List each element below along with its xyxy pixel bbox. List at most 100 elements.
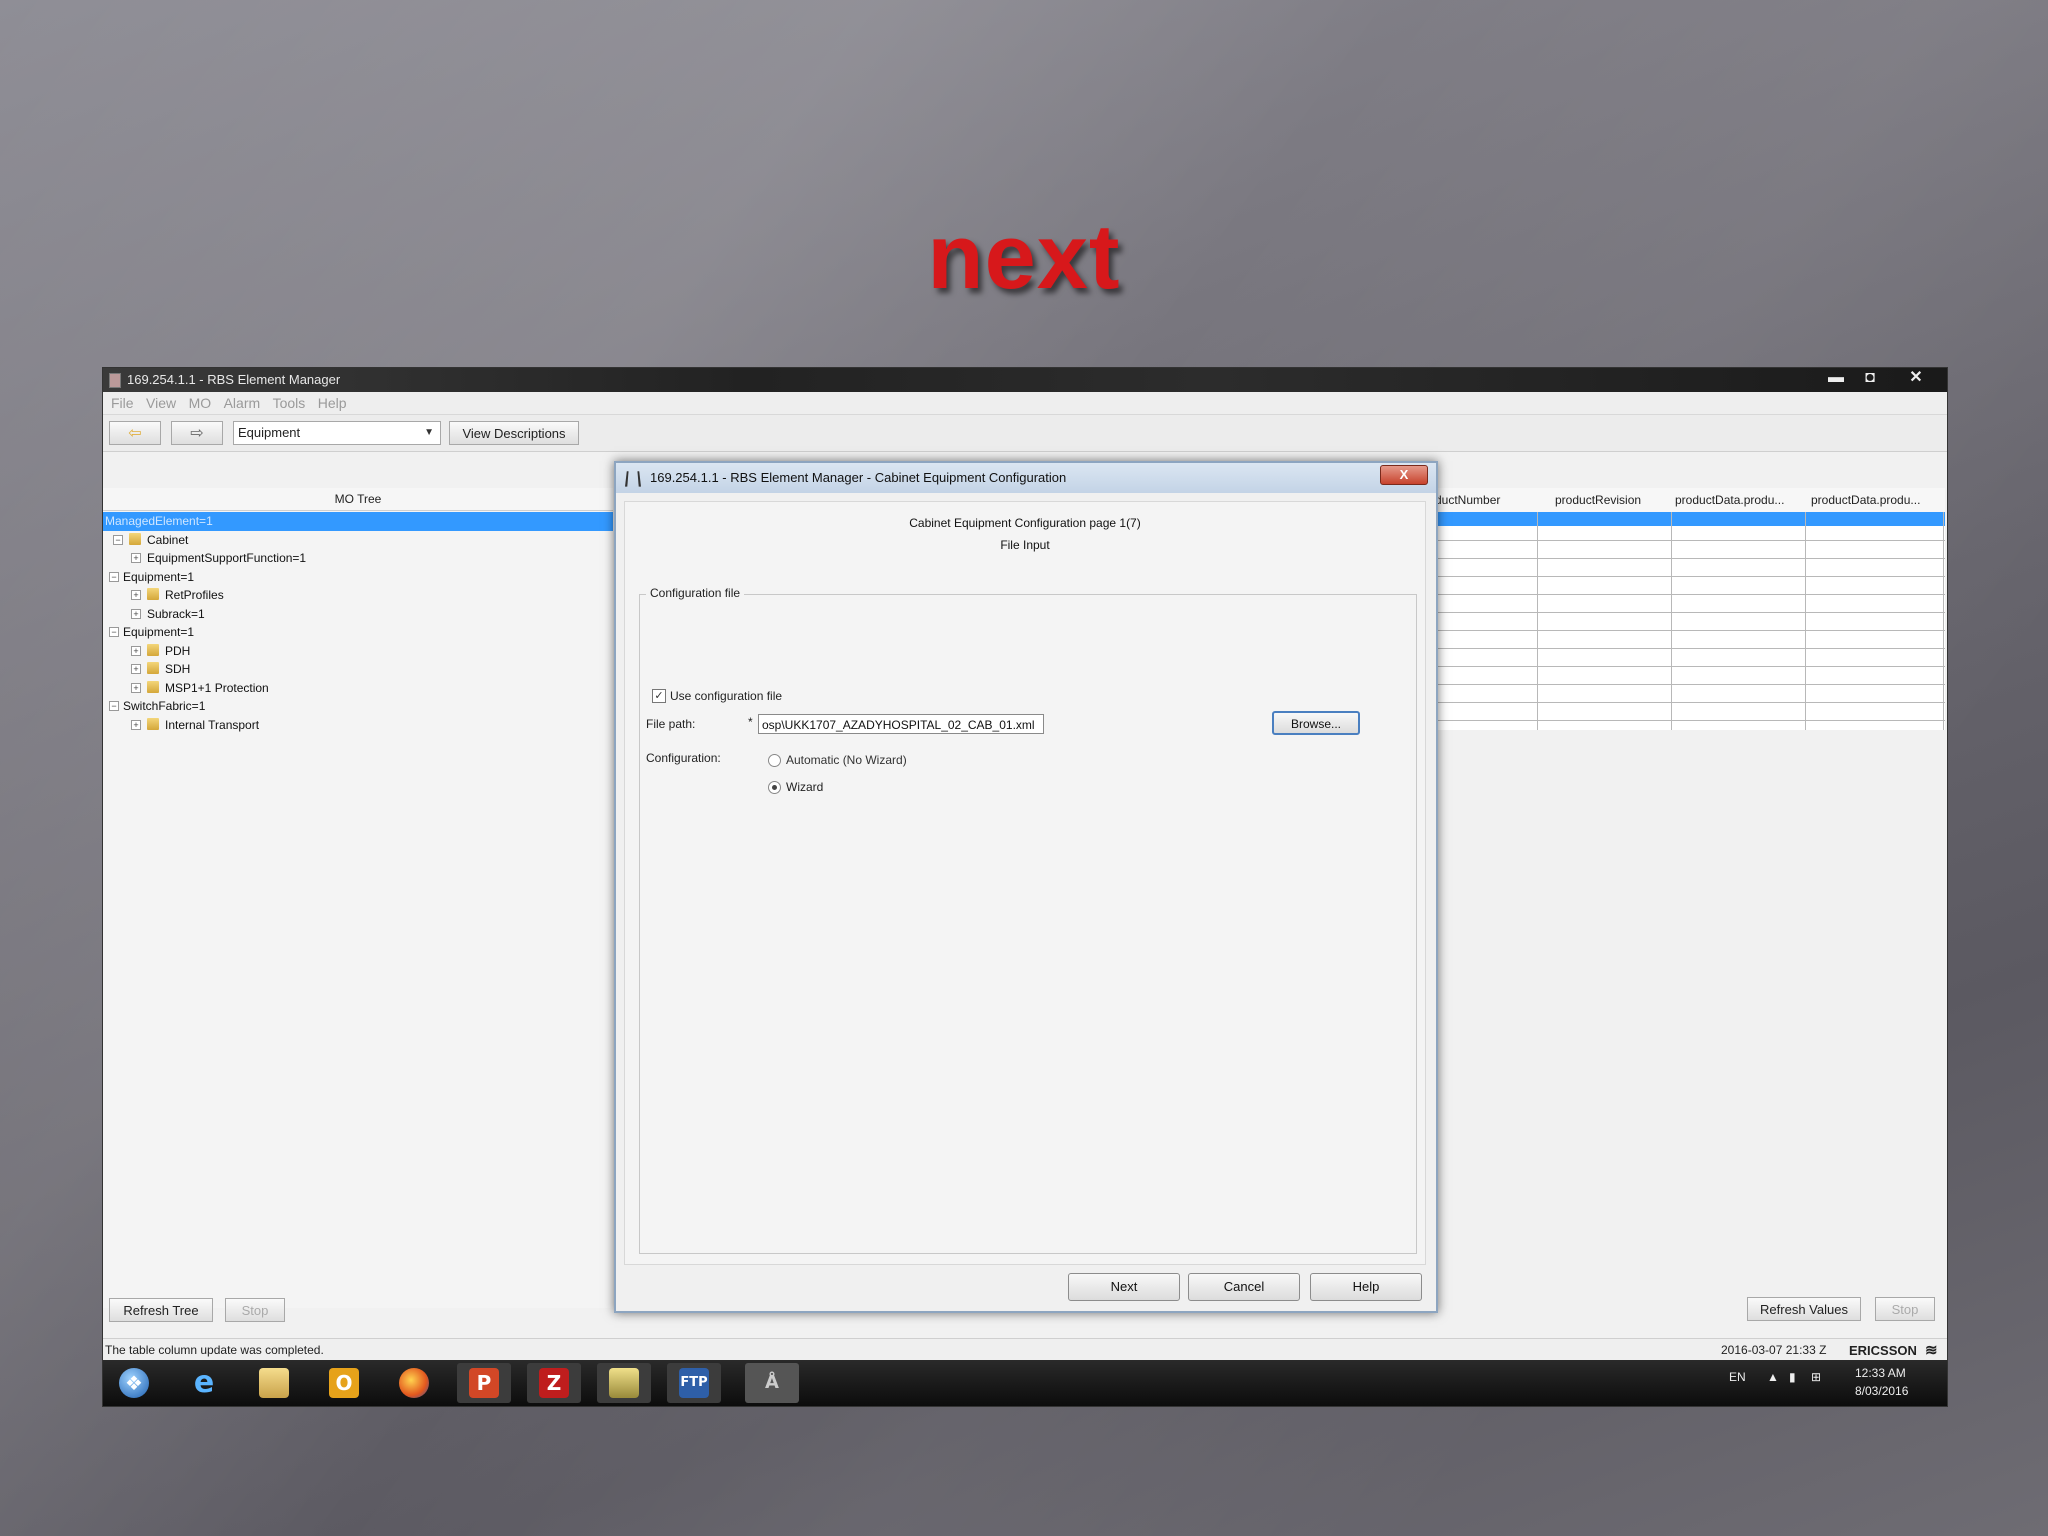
tree-item[interactable]: + EquipmentSupportFunction=1 bbox=[103, 549, 613, 568]
powerpoint-icon[interactable]: P bbox=[457, 1363, 511, 1403]
column-header[interactable]: productRevision bbox=[1555, 488, 1665, 512]
start-orb-icon[interactable]: ❖ bbox=[107, 1363, 161, 1403]
back-arrow-icon: ⇦ bbox=[128, 425, 142, 442]
menu-view[interactable]: View bbox=[146, 395, 176, 411]
browse-button[interactable]: Browse... bbox=[1272, 711, 1360, 735]
forward-button[interactable]: ⇨ bbox=[171, 421, 223, 445]
refresh-values-button[interactable]: Refresh Values bbox=[1747, 1297, 1861, 1321]
mo-tree: ManagedElement=1 − Cabinet + EquipmentSupp… bbox=[103, 512, 613, 734]
status-timestamp: 2016-03-07 21:33 Z bbox=[1721, 1343, 1827, 1357]
folder-icon bbox=[129, 532, 141, 545]
folder-icon bbox=[147, 643, 159, 656]
tree-item[interactable]: + Internal Transport bbox=[103, 716, 613, 735]
tree-item[interactable]: − Equipment=1 bbox=[103, 568, 613, 587]
expand-icon[interactable]: + bbox=[131, 664, 141, 674]
stop-tree-button[interactable]: Stop bbox=[225, 1298, 285, 1322]
mo-tree-panel: MO Tree ManagedElement=1 − Cabinet + Equip… bbox=[103, 488, 613, 1308]
wizard-page-title: Cabinet Equipment Configuration page 1(7… bbox=[909, 516, 1141, 530]
firefox-icon[interactable] bbox=[387, 1363, 441, 1403]
tree-item[interactable]: + SDH bbox=[103, 660, 613, 679]
table-row-selected[interactable] bbox=[1435, 512, 1945, 526]
mo-combo[interactable]: Equipment ▼ bbox=[233, 421, 441, 445]
tree-item[interactable]: ManagedElement=1 bbox=[103, 512, 613, 531]
app-icon bbox=[109, 373, 121, 388]
expand-icon[interactable]: + bbox=[131, 645, 141, 656]
tree-item[interactable]: + MSP1+1 Protection bbox=[103, 679, 613, 698]
collapse-icon[interactable]: − bbox=[109, 701, 119, 711]
expand-icon[interactable]: + bbox=[131, 608, 141, 619]
cabinet-config-dialog: 169.254.1.1 - RBS Element Manager - Cabi… bbox=[614, 461, 1438, 1313]
menu-bar: File View MO Alarm Tools Help bbox=[103, 392, 1947, 415]
internet-explorer-icon[interactable]: e bbox=[177, 1363, 231, 1403]
menu-help[interactable]: Help bbox=[318, 395, 347, 411]
outlook-icon[interactable]: O bbox=[317, 1363, 371, 1403]
tree-item[interactable]: + RetProfiles bbox=[103, 586, 613, 605]
wizard-radio[interactable] bbox=[768, 781, 781, 794]
folder-icon bbox=[147, 588, 159, 600]
menu-alarm[interactable]: Alarm bbox=[224, 395, 261, 411]
network-icon[interactable]: ⊞ bbox=[1811, 1370, 1821, 1384]
ericsson-logo-icon: ≋ bbox=[1925, 1342, 1938, 1359]
clock-date[interactable]: 8/03/2016 bbox=[1855, 1384, 1908, 1398]
collapse-icon[interactable]: − bbox=[109, 627, 119, 637]
collapse-icon[interactable]: − bbox=[113, 534, 123, 545]
window-titlebar[interactable]: 169.254.1.1 - RBS Element Manager ▬ ◘ ✕ bbox=[103, 368, 1947, 392]
automatic-radio-label: Automatic (No Wizard) bbox=[786, 753, 907, 767]
wizard-page-subtitle: File Input bbox=[1000, 538, 1050, 552]
use-config-checkbox[interactable]: ✓ bbox=[652, 689, 666, 703]
folder-icon bbox=[147, 717, 159, 730]
battery-icon[interactable]: ▮ bbox=[1789, 1370, 1796, 1384]
dialog-titlebar[interactable]: 169.254.1.1 - RBS Element Manager - Cabi… bbox=[616, 463, 1436, 493]
refresh-tree-button[interactable]: Refresh Tree bbox=[109, 1298, 213, 1322]
close-button[interactable]: ✕ bbox=[1901, 368, 1931, 388]
menu-file[interactable]: File bbox=[111, 395, 134, 411]
restore-button[interactable]: ◘ bbox=[1855, 368, 1885, 388]
file-path-input[interactable]: osp\UKK1707_AZADYHOSPITAL_02_CAB_01.xml bbox=[758, 714, 1044, 734]
menu-mo[interactable]: MO bbox=[189, 395, 212, 411]
automatic-radio[interactable] bbox=[768, 754, 781, 767]
expand-icon[interactable]: + bbox=[131, 682, 141, 693]
column-header[interactable]: productData.produ... bbox=[1675, 488, 1799, 512]
filezilla-icon[interactable]: Z bbox=[527, 1363, 581, 1403]
slide-title: next bbox=[927, 206, 1121, 308]
dialog-body: Cabinet Equipment Configuration page 1(7… bbox=[624, 501, 1426, 1265]
language-indicator[interactable]: EN bbox=[1729, 1370, 1746, 1384]
file-explorer-icon[interactable] bbox=[247, 1363, 301, 1403]
stop-values-button[interactable]: Stop bbox=[1875, 1297, 1935, 1321]
tree-item[interactable]: − Equipment=1 bbox=[103, 623, 613, 642]
expand-icon[interactable]: + bbox=[131, 719, 141, 730]
tree-item[interactable]: + PDH bbox=[103, 642, 613, 661]
tree-item[interactable]: − Cabinet bbox=[103, 531, 613, 550]
tower-icon bbox=[625, 471, 641, 487]
tray-expand-icon[interactable]: ▲ bbox=[1767, 1370, 1779, 1384]
expand-icon[interactable]: + bbox=[131, 590, 141, 600]
forward-arrow-icon: ⇨ bbox=[190, 425, 204, 442]
folder-icon bbox=[147, 662, 159, 674]
status-bar: The table column update was completed. 2… bbox=[103, 1338, 1947, 1361]
column-header[interactable]: ductNumber bbox=[1435, 488, 1533, 512]
tree-item[interactable]: − SwitchFabric=1 bbox=[103, 697, 613, 716]
rbs-manager-icon[interactable]: Å bbox=[745, 1363, 799, 1403]
help-button[interactable]: Help bbox=[1310, 1273, 1422, 1301]
mo-tree-header: MO Tree bbox=[103, 488, 613, 511]
ftp-icon[interactable]: FTP bbox=[667, 1363, 721, 1403]
clock-time[interactable]: 12:33 AM bbox=[1855, 1366, 1906, 1380]
tree-item[interactable]: + Subrack=1 bbox=[103, 605, 613, 624]
required-marker: * bbox=[748, 715, 753, 729]
element-manager-icon[interactable] bbox=[597, 1363, 651, 1403]
table-header: ductNumber productRevision productData.p… bbox=[1435, 488, 1945, 513]
dialog-title: 169.254.1.1 - RBS Element Manager - Cabi… bbox=[650, 470, 1067, 485]
dialog-close-button[interactable]: X bbox=[1380, 465, 1428, 485]
use-config-label: Use configuration file bbox=[670, 689, 783, 703]
collapse-icon[interactable]: − bbox=[109, 571, 119, 582]
back-button[interactable]: ⇦ bbox=[109, 421, 161, 445]
dropdown-arrow-icon: ▼ bbox=[424, 427, 434, 438]
config-file-group-label: Configuration file bbox=[646, 586, 745, 600]
minimize-button[interactable]: ▬ bbox=[1821, 368, 1851, 388]
menu-tools[interactable]: Tools bbox=[273, 395, 306, 411]
next-button[interactable]: Next bbox=[1068, 1273, 1180, 1301]
cancel-button[interactable]: Cancel bbox=[1188, 1273, 1300, 1301]
column-header[interactable]: productData.produ... bbox=[1811, 488, 1941, 512]
view-descriptions-button[interactable]: View Descriptions bbox=[449, 421, 579, 445]
expand-icon[interactable]: + bbox=[131, 553, 141, 563]
